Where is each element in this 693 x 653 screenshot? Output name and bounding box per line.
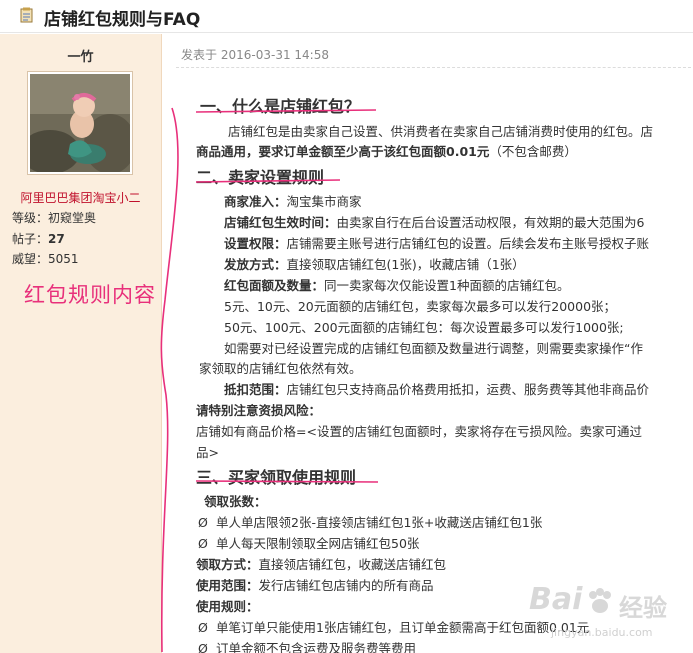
posts-count[interactable]: 27 xyxy=(48,232,65,246)
claim-count-rule-1: Ø 单人单店限领2张-直接领店铺红包1张+收藏送店铺红包1张 xyxy=(198,515,543,530)
usage-rule-2: Ø 订单金额不包含运费及服务费等费用 xyxy=(198,641,416,653)
usage-scope: 使用范围：发行店铺红包店铺内的所有商品 xyxy=(196,578,434,593)
author-username[interactable]: 一竹 xyxy=(0,46,161,65)
author-group-link[interactable]: 阿里巴巴集团淘宝小二 xyxy=(0,189,161,206)
author-level: 等级：初窥堂奥 xyxy=(12,211,97,225)
watermark-site: jingyan.baidu.com xyxy=(551,626,653,639)
page-title: 店铺红包规则与FAQ xyxy=(44,10,201,30)
risk-warning-text: 店铺如有商品价格=<设置的店铺红包面额时，卖家将存在亏损风险。卖家可通过 xyxy=(196,424,642,439)
rule-permission: 设置权限：店铺需要主账号进行店铺红包的设置。后续会发布主账号授权子账 xyxy=(224,236,650,251)
level-value[interactable]: 初窥堂奥 xyxy=(48,211,96,225)
risk-warning-cont: 品> xyxy=(196,445,219,460)
rule-deduction-scope: 抵扣范围：店铺红包只支持商品价格费用抵扣，运费、服务费等其他非商品价 xyxy=(224,382,650,397)
usage-rules-title: 使用规则： xyxy=(196,599,259,614)
avatar-photo xyxy=(30,74,130,172)
annotation-label: 红包规则内容 xyxy=(24,283,156,307)
document-icon xyxy=(20,7,33,23)
section-2-title: 二、卖家设置规则 xyxy=(196,168,325,187)
title-bar: 店铺红包规则与FAQ xyxy=(0,0,693,33)
prestige-value: 5051 xyxy=(48,252,79,266)
post-timestamp: 发表于 2016-03-31 14:58 xyxy=(181,48,329,62)
paw-icon xyxy=(589,588,611,613)
avatar[interactable] xyxy=(27,71,133,175)
section-1-paragraph: 店铺红包是由卖家自己设置、供消费者在卖家自己店铺消费时使用的红包。店 xyxy=(228,124,654,139)
section-1-title: 一、什么是店铺红包？ xyxy=(200,97,361,116)
rule-denomination: 红包面额及数量：同一卖家每次仅能设置1种面额的店铺红包。 xyxy=(224,278,570,293)
claim-count-title: 领取张数： xyxy=(204,494,267,509)
rule-adjustment-cont: 家领取的店铺红包依然有效。 xyxy=(199,361,362,376)
rule-effective-time: 店铺红包生效时间：由卖家自行在后台设置活动权限，有效期的最大范围为6 xyxy=(224,215,645,230)
section-1-paragraph-2: 商品通用，要求订单金额至少高于该红包面额0.01元（不包含邮费） xyxy=(196,144,577,159)
author-prestige: 威望：5051 xyxy=(12,252,79,266)
rule-denomination-large: 50元、100元、200元面额的店铺红包：每次设置最多可以发行1000张; xyxy=(224,320,624,335)
post-content: 发表于 2016-03-31 14:58 一、什么是店铺红包？ 店铺红包是由卖家… xyxy=(162,34,693,653)
rule-denomination-small: 5元、10元、20元面额的店铺红包，卖家每次最多可以发行20000张； xyxy=(224,299,617,314)
claim-count-rule-2: Ø 单人每天限制领取全网店铺红包50张 xyxy=(198,536,420,551)
author-sidebar: 一竹 阿里巴巴集团淘宝小二 等级：初窥堂奥 帖子：27 威望：5051 xyxy=(0,34,162,653)
post-divider xyxy=(176,67,693,68)
section-3-title: 三、买家领取使用规则 xyxy=(196,468,357,487)
author-posts: 帖子：27 xyxy=(12,232,65,246)
claim-method: 领取方式：直接领店铺红包，收藏送店铺红包 xyxy=(196,557,447,572)
watermark-suffix: 经验 xyxy=(619,594,667,622)
watermark: Bai 经验 jingyan.baidu.com xyxy=(529,582,689,652)
rule-distribution: 发放方式：直接领取店铺红包(1张)，收藏店铺（1张） xyxy=(224,257,525,272)
watermark-brand: Bai xyxy=(529,582,583,617)
rule-adjustment: 如需要对已经设置完成的店铺红包面额及数量进行调整，则需要卖家操作“作 xyxy=(224,341,643,356)
risk-warning-title: 请特别注意资损风险： xyxy=(196,403,322,418)
rule-seller-access: 商家准入：淘宝集市商家 xyxy=(224,194,362,209)
